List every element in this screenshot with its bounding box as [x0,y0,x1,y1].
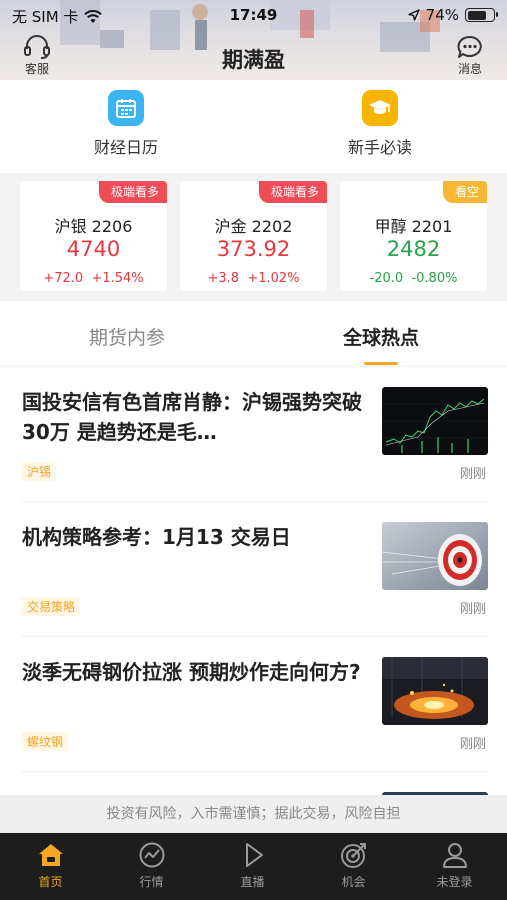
change-percent: +1.02% [247,271,300,286]
news-tag: 沪锡 [22,462,57,481]
change-value: +72.0 [43,271,84,286]
quote-card-methanol[interactable]: 看空 甲醇 2201 2482 -20.0 -0.80% [340,181,487,291]
app-screen: 无 SIM 卡 17:49 74% 客服 期满盈 消息 财经日历 新手必读 极端… [0,0,507,900]
sentiment-badge: 极端看多 [98,181,167,203]
shortcut-bar: 财经日历 新手必读 [0,80,507,173]
contract-price: 4740 [66,237,121,261]
beginner-guide-shortcut[interactable]: 新手必读 [305,90,455,158]
news-tag: 交易策略 [22,597,81,616]
status-bar: 无 SIM 卡 17:49 74% [0,0,507,30]
news-list: 国投安信有色首席肖静：沪锡强势突破 30万 是趋势还是毛… 沪锡 刚刚 机构策略… [0,367,507,795]
tab-home-label: 首页 [38,875,63,889]
stock-chart-thumbnail [382,387,488,455]
news-time: 刚刚 [459,602,486,617]
active-tab-indicator [364,362,398,365]
target-icon [340,843,366,868]
sentiment-badge: 看空 [442,181,487,203]
tab-opportunity[interactable]: 机会 [303,841,404,890]
tab-account[interactable]: 未登录 [404,841,505,890]
messages-label: 消息 [457,62,482,76]
contract-name: 沪银 2206 [54,217,133,236]
tab-market-label: 行情 [139,875,164,889]
news-item[interactable]: 机构策略参考：1月13 交易日 交易策略 刚刚 [22,502,488,637]
battery-percent: 74% [425,6,459,24]
quote-card-gold[interactable]: 极端看多 沪金 2202 373.92 +3.8 +1.02% [180,181,327,291]
change-percent: +1.54% [91,271,144,286]
play-icon [245,843,263,867]
news-time: 刚刚 [459,467,486,482]
quote-cards: 极端看多 沪银 2206 4740 +72.0 +1.54% 极端看多 沪金 2… [0,173,507,301]
tab-live-label: 直播 [240,875,265,889]
tab-home[interactable]: 首页 [0,841,101,890]
content-tabs: 期货内参 全球热点 [0,301,507,367]
chat-bubble-icon [457,35,482,58]
sentiment-badge: 极端看多 [258,181,327,203]
news-item-partial[interactable] [22,772,488,795]
news-title: 淡季无碍钢价拉涨 预期炒作走向何方? [22,660,361,684]
news-tag: 螺纹钢 [22,732,69,751]
header: 无 SIM 卡 17:49 74% 客服 期满盈 消息 [0,0,507,80]
news-item[interactable]: 淡季无碍钢价拉涨 预期炒作走向何方? 螺纹钢 刚刚 [22,637,488,772]
contract-price: 2482 [386,237,441,261]
tab-opportunity-label: 机会 [341,875,366,889]
messages-button[interactable]: 消息 [448,34,492,77]
user-icon [442,843,467,868]
home-icon [38,844,63,866]
quote-card-silver[interactable]: 极端看多 沪银 2206 4740 +72.0 +1.54% [20,181,167,291]
contract-name: 沪金 2202 [214,217,293,236]
change-value: +3.8 [207,271,240,286]
contract-change: +72.0 +1.54% [20,271,167,286]
news-time: 刚刚 [459,737,486,752]
steel-mill-thumbnail [382,657,488,725]
contract-name: 甲醇 2201 [374,217,453,236]
page-title: 期满盈 [222,48,285,72]
battery-icon [465,8,498,22]
tab-live[interactable]: 直播 [202,841,303,890]
contract-change: -20.0 -0.80% [340,271,487,286]
target-thumbnail [382,522,488,590]
contract-change: +3.8 +1.02% [180,271,327,286]
risk-disclaimer: 投资有风险，入市需谨慎；据此交易，风险自担 [0,795,507,833]
tab-market[interactable]: 行情 [101,841,202,890]
change-percent: -0.80% [411,271,458,286]
beginner-guide-label: 新手必读 [347,138,412,157]
contract-price: 373.92 [216,237,291,261]
finance-calendar-label: 财经日历 [93,138,158,157]
news-title: 国投安信有色首席肖静：沪锡强势突破 30万 是趋势还是毛… [22,390,362,444]
calendar-icon [108,90,144,126]
tab-global-hotspots[interactable]: 全球热点 [311,323,451,350]
change-value: -20.0 [369,271,404,286]
tab-futures-insider[interactable]: 期货内参 [57,323,197,350]
bottom-tab-bar: 首页 行情 直播 机会 未登录 [0,833,507,900]
news-title: 机构策略参考：1月13 交易日 [22,525,291,549]
chart-icon [139,842,164,868]
location-arrow-icon [407,9,420,21]
graduation-cap-icon [362,90,398,126]
tab-account-label: 未登录 [436,875,473,889]
news-item[interactable]: 国投安信有色首席肖静：沪锡强势突破 30万 是趋势还是毛… 沪锡 刚刚 [22,367,488,502]
finance-calendar-shortcut[interactable]: 财经日历 [51,90,201,158]
